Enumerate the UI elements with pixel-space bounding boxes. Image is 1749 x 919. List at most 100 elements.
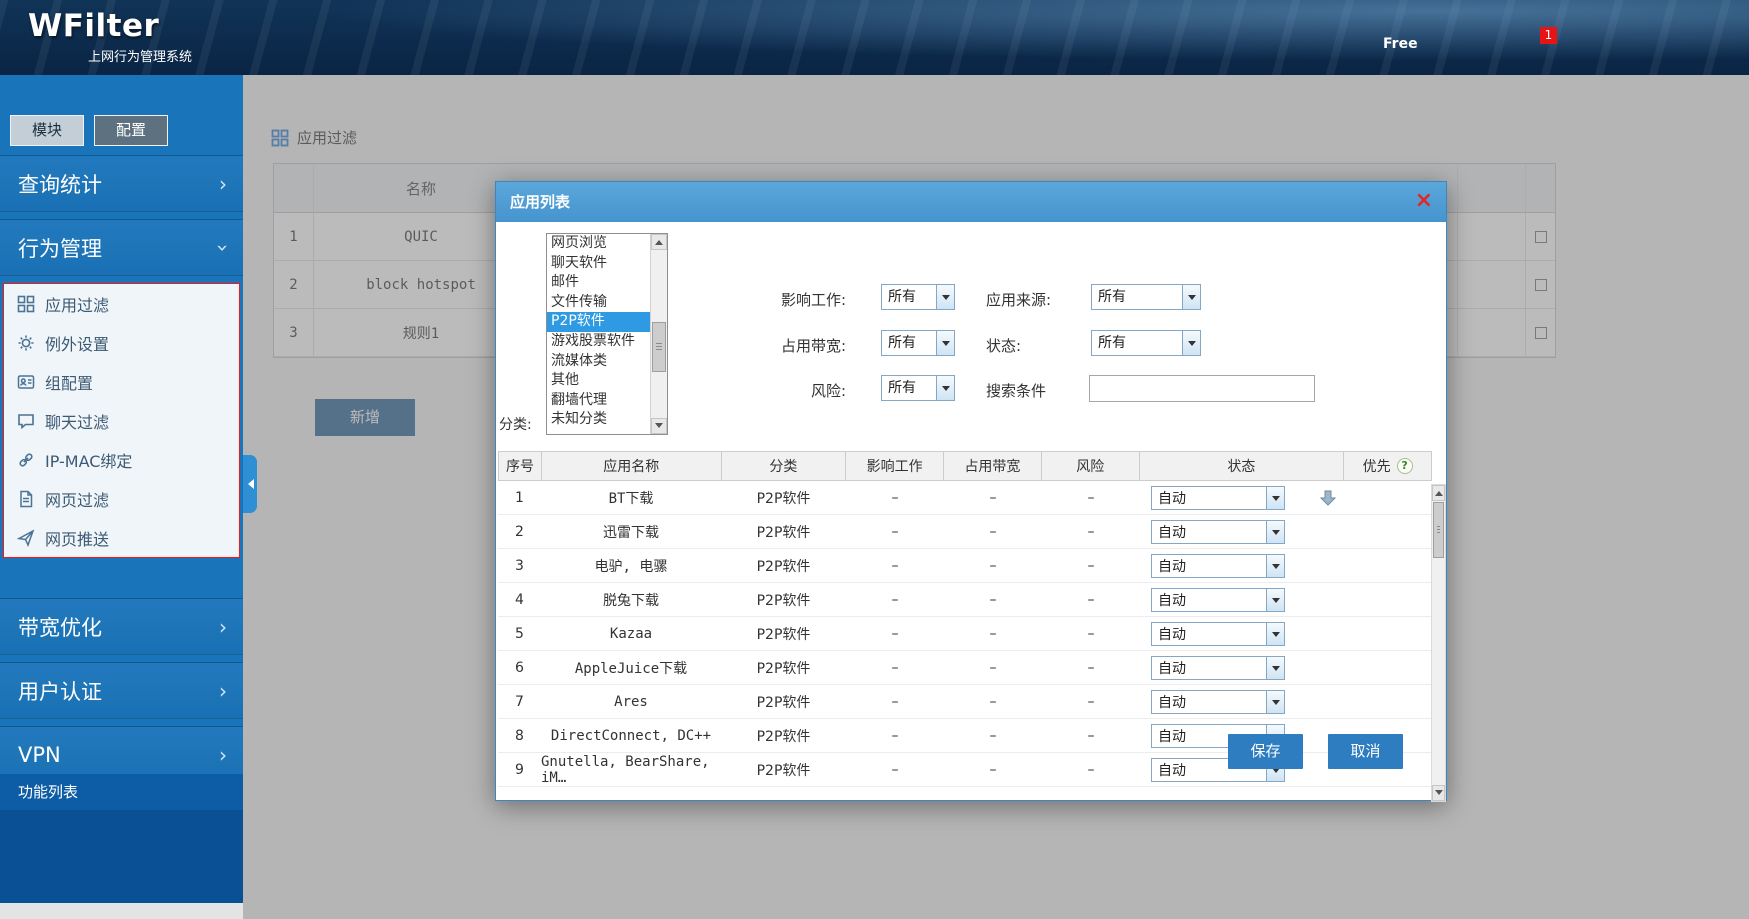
status-filter-select[interactable]: 所有 <box>1091 330 1201 356</box>
app-status-select[interactable]: 自动 <box>1151 486 1285 510</box>
category-label: 分类: <box>499 414 532 434</box>
sidebar-item-user-auth[interactable]: 用户认证 › <box>0 662 243 719</box>
app-table-scrollbar[interactable] <box>1431 484 1446 802</box>
category-option[interactable]: 其他 <box>547 371 650 391</box>
app-status-value: 自动 <box>1152 487 1266 509</box>
close-icon[interactable]: × <box>1415 188 1433 214</box>
chevron-down-icon[interactable] <box>936 331 954 355</box>
sidebar-item-bandwidth[interactable]: 带宽优化 › <box>0 598 243 655</box>
chevron-down-icon[interactable] <box>936 285 954 309</box>
status-filter-label: 状态: <box>986 335 1021 356</box>
app-category: P2P软件 <box>721 556 846 576</box>
category-option[interactable]: 翻墙代理 <box>547 391 650 411</box>
status-filter-value: 所有 <box>1092 331 1182 355</box>
app-no: 3 <box>498 558 541 574</box>
tab-config[interactable]: 配置 <box>94 115 168 146</box>
sidebar-item-ip-mac-binding[interactable]: IP-MAC绑定 <box>4 440 239 479</box>
chevron-down-icon[interactable] <box>1266 623 1284 645</box>
behavior-submenu: 应用过滤 例外设置 组配置 聊天过滤 IP-MAC绑定 网页过滤 <box>3 283 240 558</box>
bandwidth-select[interactable]: 所有 <box>881 330 955 356</box>
sidebar-item-query-stats[interactable]: 查询统计 › <box>0 155 243 212</box>
sidebar-item-group-config[interactable]: 组配置 <box>4 362 239 401</box>
sidebar-item-label: VPN <box>18 743 61 767</box>
sidebar-item-chat-filter[interactable]: 聊天过滤 <box>4 401 239 440</box>
chevron-down-icon[interactable] <box>1266 487 1284 509</box>
notification-badge[interactable]: 1 <box>1540 27 1557 44</box>
impact-select[interactable]: 所有 <box>881 284 955 310</box>
col-header-bandwidth: 占用带宽 <box>944 452 1042 480</box>
app-name: Kazaa <box>541 626 721 642</box>
search-input[interactable] <box>1089 375 1315 402</box>
chevron-right-icon: › <box>219 679 227 703</box>
app-status-select[interactable]: 自动 <box>1151 520 1285 544</box>
app-risk: – <box>1042 728 1140 744</box>
risk-select[interactable]: 所有 <box>881 375 955 401</box>
tab-modules[interactable]: 模块 <box>10 115 84 146</box>
sidebar-item-label: 用户认证 <box>18 676 102 706</box>
sidebar-item-web-filter[interactable]: 网页过滤 <box>4 479 239 518</box>
app-header: WFilter 上网行为管理系统 Free 1 <box>0 0 1749 75</box>
sidebar-collapse-handle[interactable] <box>243 455 257 513</box>
category-option[interactable]: 未知分类 <box>547 410 650 430</box>
app-status-select[interactable]: 自动 <box>1151 588 1285 612</box>
app-status-select[interactable]: 自动 <box>1151 622 1285 646</box>
app-impact: – <box>846 592 944 608</box>
app-name: DirectConnect, DC++ <box>541 728 721 744</box>
app-risk: – <box>1042 490 1140 506</box>
search-label: 搜索条件 <box>986 380 1046 401</box>
chevron-down-icon[interactable] <box>1266 657 1284 679</box>
app-no: 2 <box>498 524 541 540</box>
category-option[interactable]: 聊天软件 <box>547 254 650 274</box>
chevron-down-icon[interactable] <box>1266 691 1284 713</box>
sidebar: 模块 配置 查询统计 › 行为管理 › 应用过滤 例外设置 组配置 <box>0 75 243 903</box>
cancel-button[interactable]: 取消 <box>1328 734 1403 769</box>
app-status-value: 自动 <box>1152 555 1266 577</box>
sidebar-item-behavior-mgmt[interactable]: 行为管理 › <box>0 219 243 276</box>
sidebar-item-label: 聊天过滤 <box>45 409 109 433</box>
priority-down-icon[interactable] <box>1319 489 1337 507</box>
chevron-down-icon[interactable] <box>1266 555 1284 577</box>
app-risk: – <box>1042 694 1140 710</box>
app-status-value: 自动 <box>1152 657 1266 679</box>
chevron-down-icon[interactable] <box>1266 521 1284 543</box>
category-option-selected[interactable]: P2P软件 <box>547 312 650 332</box>
chat-icon <box>17 412 35 430</box>
sidebar-item-app-filter[interactable]: 应用过滤 <box>4 284 239 323</box>
category-option[interactable]: 游戏股票软件 <box>547 332 650 352</box>
scroll-down-icon[interactable] <box>651 418 667 434</box>
gear-icon <box>17 334 35 352</box>
app-status-select[interactable]: 自动 <box>1151 554 1285 578</box>
sidebar-item-exceptions[interactable]: 例外设置 <box>4 323 239 362</box>
app-status-select[interactable]: 自动 <box>1151 656 1285 680</box>
app-status-select[interactable]: 自动 <box>1151 690 1285 714</box>
chevron-down-icon[interactable] <box>936 376 954 400</box>
scroll-up-icon[interactable] <box>651 234 667 250</box>
help-icon[interactable]: ? <box>1397 458 1413 474</box>
scroll-down-icon[interactable] <box>1432 785 1445 801</box>
col-header-name: 应用名称 <box>542 452 722 480</box>
sidebar-item-label: 行为管理 <box>18 233 102 263</box>
app-no: 5 <box>498 626 541 642</box>
scroll-up-icon[interactable] <box>1432 485 1445 501</box>
chevron-down-icon[interactable] <box>1182 331 1200 355</box>
category-option[interactable]: 流媒体类 <box>547 352 650 372</box>
chevron-down-icon[interactable] <box>1182 285 1200 309</box>
chevron-right-icon: › <box>219 172 227 196</box>
category-option[interactable]: 网页浏览 <box>547 234 650 254</box>
source-select[interactable]: 所有 <box>1091 284 1201 310</box>
bandwidth-filter-label: 占用带宽: <box>761 335 846 356</box>
risk-filter-label: 风险: <box>761 380 846 401</box>
app-impact: – <box>846 728 944 744</box>
category-scrollbar[interactable] <box>650 234 667 434</box>
app-bandwidth: – <box>944 592 1042 608</box>
chevron-down-icon[interactable] <box>1266 589 1284 611</box>
app-impact: – <box>846 558 944 574</box>
scrollbar-thumb[interactable] <box>1433 502 1444 558</box>
scrollbar-thumb[interactable] <box>652 322 666 372</box>
sidebar-item-web-push[interactable]: 网页推送 <box>4 518 239 557</box>
save-button[interactable]: 保存 <box>1228 734 1303 769</box>
category-option[interactable]: 邮件 <box>547 273 650 293</box>
app-risk: – <box>1042 524 1140 540</box>
category-option[interactable]: 文件传输 <box>547 293 650 313</box>
app-table-row: 1 BT下载 P2P软件 – – – 自动 <box>498 481 1432 515</box>
